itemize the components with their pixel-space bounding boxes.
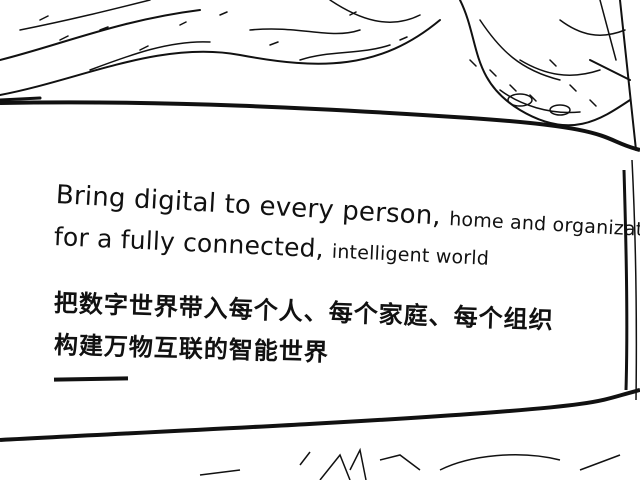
- right-frame: [622, 159, 638, 401]
- panel-bottom-edge: [0, 388, 640, 442]
- top-artwork: [0, 0, 637, 151]
- bottom-artwork: [199, 447, 621, 480]
